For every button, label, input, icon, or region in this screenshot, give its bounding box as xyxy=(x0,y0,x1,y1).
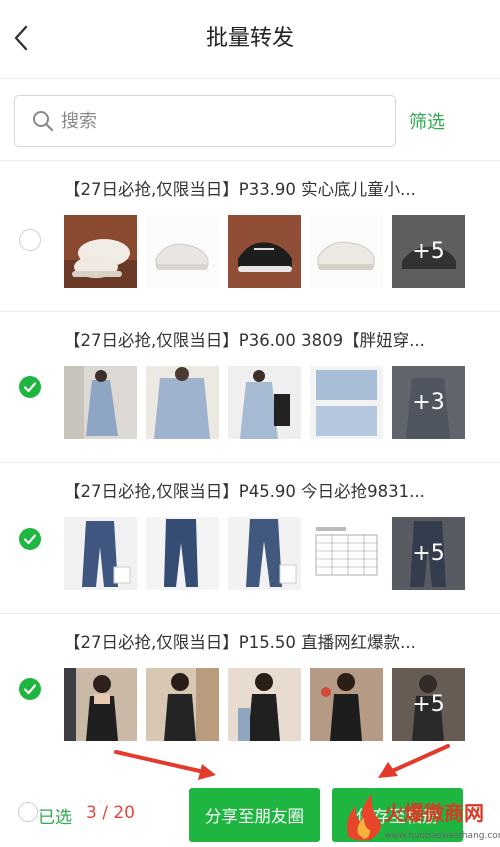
list-item[interactable]: 【27日必抢,仅限当日】P45.90 今日必抢9831... +5 xyxy=(0,472,500,622)
item-title: 【27日必抢,仅限当日】P36.00 3809【胖妞穿... xyxy=(64,331,425,350)
clothing-image-icon xyxy=(310,366,383,439)
jeans-image-icon xyxy=(228,517,301,590)
item-thumbnails: +5 xyxy=(64,668,465,741)
item-title: 【27日必抢,仅限当日】P33.90 实心底儿童小... xyxy=(64,180,416,199)
checkmark-icon xyxy=(23,684,37,695)
search-input[interactable] xyxy=(61,110,361,132)
item-checkbox[interactable] xyxy=(19,678,41,700)
checkmark-icon xyxy=(23,534,37,545)
save-to-album-button[interactable]: 保存至相册 xyxy=(332,788,463,842)
more-images-thumb[interactable]: +5 xyxy=(392,517,465,590)
product-thumb[interactable] xyxy=(310,366,383,439)
more-images-thumb[interactable]: +5 xyxy=(392,215,465,288)
shoe-image-icon xyxy=(64,215,137,288)
search-icon xyxy=(33,111,54,132)
share-to-moments-button[interactable]: 分享至朋友圈 xyxy=(189,788,320,842)
batch-forward-screen: 批量转发 筛选 【27日必抢,仅限当日】P33.90 实心底儿童小... xyxy=(0,0,500,847)
shoe-image-icon xyxy=(146,215,219,288)
search-divider xyxy=(0,160,500,161)
product-thumb[interactable] xyxy=(64,517,137,590)
more-count: +5 xyxy=(412,239,445,264)
footer-bar: 已选 3 / 20 分享至朋友圈 保存至相册 xyxy=(0,772,500,847)
item-title: 【27日必抢,仅限当日】P45.90 今日必抢9831... xyxy=(64,482,425,501)
header-divider xyxy=(0,78,500,79)
shoe-image-icon xyxy=(310,215,383,288)
filter-button[interactable]: 筛选 xyxy=(409,108,445,134)
list-item[interactable]: 【27日必抢,仅限当日】P36.00 3809【胖妞穿... +3 xyxy=(0,321,500,471)
product-thumb[interactable] xyxy=(228,668,301,741)
product-thumb[interactable] xyxy=(310,668,383,741)
item-divider xyxy=(0,462,500,463)
more-images-thumb[interactable]: +3 xyxy=(392,366,465,439)
more-count: +3 xyxy=(412,390,445,415)
product-thumb[interactable] xyxy=(64,215,137,288)
clothing-image-icon xyxy=(64,366,137,439)
item-divider xyxy=(0,613,500,614)
product-thumb[interactable] xyxy=(228,215,301,288)
more-images-thumb[interactable]: +5 xyxy=(392,668,465,741)
product-thumb[interactable] xyxy=(310,215,383,288)
size-chart-image-icon xyxy=(310,517,383,590)
shoe-image-icon xyxy=(228,215,301,288)
header: 批量转发 xyxy=(0,0,500,78)
item-divider xyxy=(0,311,500,312)
item-checkbox[interactable] xyxy=(19,376,41,398)
more-count: +5 xyxy=(412,541,445,566)
product-thumb[interactable] xyxy=(228,517,301,590)
list-item[interactable]: 【27日必抢,仅限当日】P33.90 实心底儿童小... +5 xyxy=(0,170,500,320)
selected-label: 已选 xyxy=(38,808,72,828)
product-thumb[interactable] xyxy=(228,366,301,439)
item-thumbnails: +5 xyxy=(64,215,465,288)
product-thumb[interactable] xyxy=(146,668,219,741)
search-box[interactable] xyxy=(14,95,396,147)
select-all-checkbox[interactable] xyxy=(18,802,38,822)
product-thumb[interactable] xyxy=(310,517,383,590)
jeans-image-icon xyxy=(64,517,137,590)
item-checkbox[interactable] xyxy=(19,229,41,251)
item-checkbox[interactable] xyxy=(19,528,41,550)
model-image-icon xyxy=(310,668,383,741)
clothing-image-icon xyxy=(146,366,219,439)
item-title: 【27日必抢,仅限当日】P15.50 直播网红爆款... xyxy=(64,633,416,652)
model-image-icon xyxy=(146,668,219,741)
search-row: 筛选 xyxy=(0,88,500,154)
product-thumb[interactable] xyxy=(64,366,137,439)
jeans-image-icon xyxy=(146,517,219,590)
selected-count: 3 / 20 xyxy=(86,803,135,823)
more-count: +5 xyxy=(412,692,445,717)
item-thumbnails: +5 xyxy=(64,517,465,590)
page-title: 批量转发 xyxy=(205,26,294,51)
clothing-image-icon xyxy=(228,366,301,439)
product-thumb[interactable] xyxy=(146,517,219,590)
model-image-icon xyxy=(64,668,137,741)
product-thumb[interactable] xyxy=(146,366,219,439)
product-thumb[interactable] xyxy=(64,668,137,741)
product-thumb[interactable] xyxy=(146,215,219,288)
model-image-icon xyxy=(228,668,301,741)
item-thumbnails: +3 xyxy=(64,366,465,439)
checkmark-icon xyxy=(23,382,37,393)
